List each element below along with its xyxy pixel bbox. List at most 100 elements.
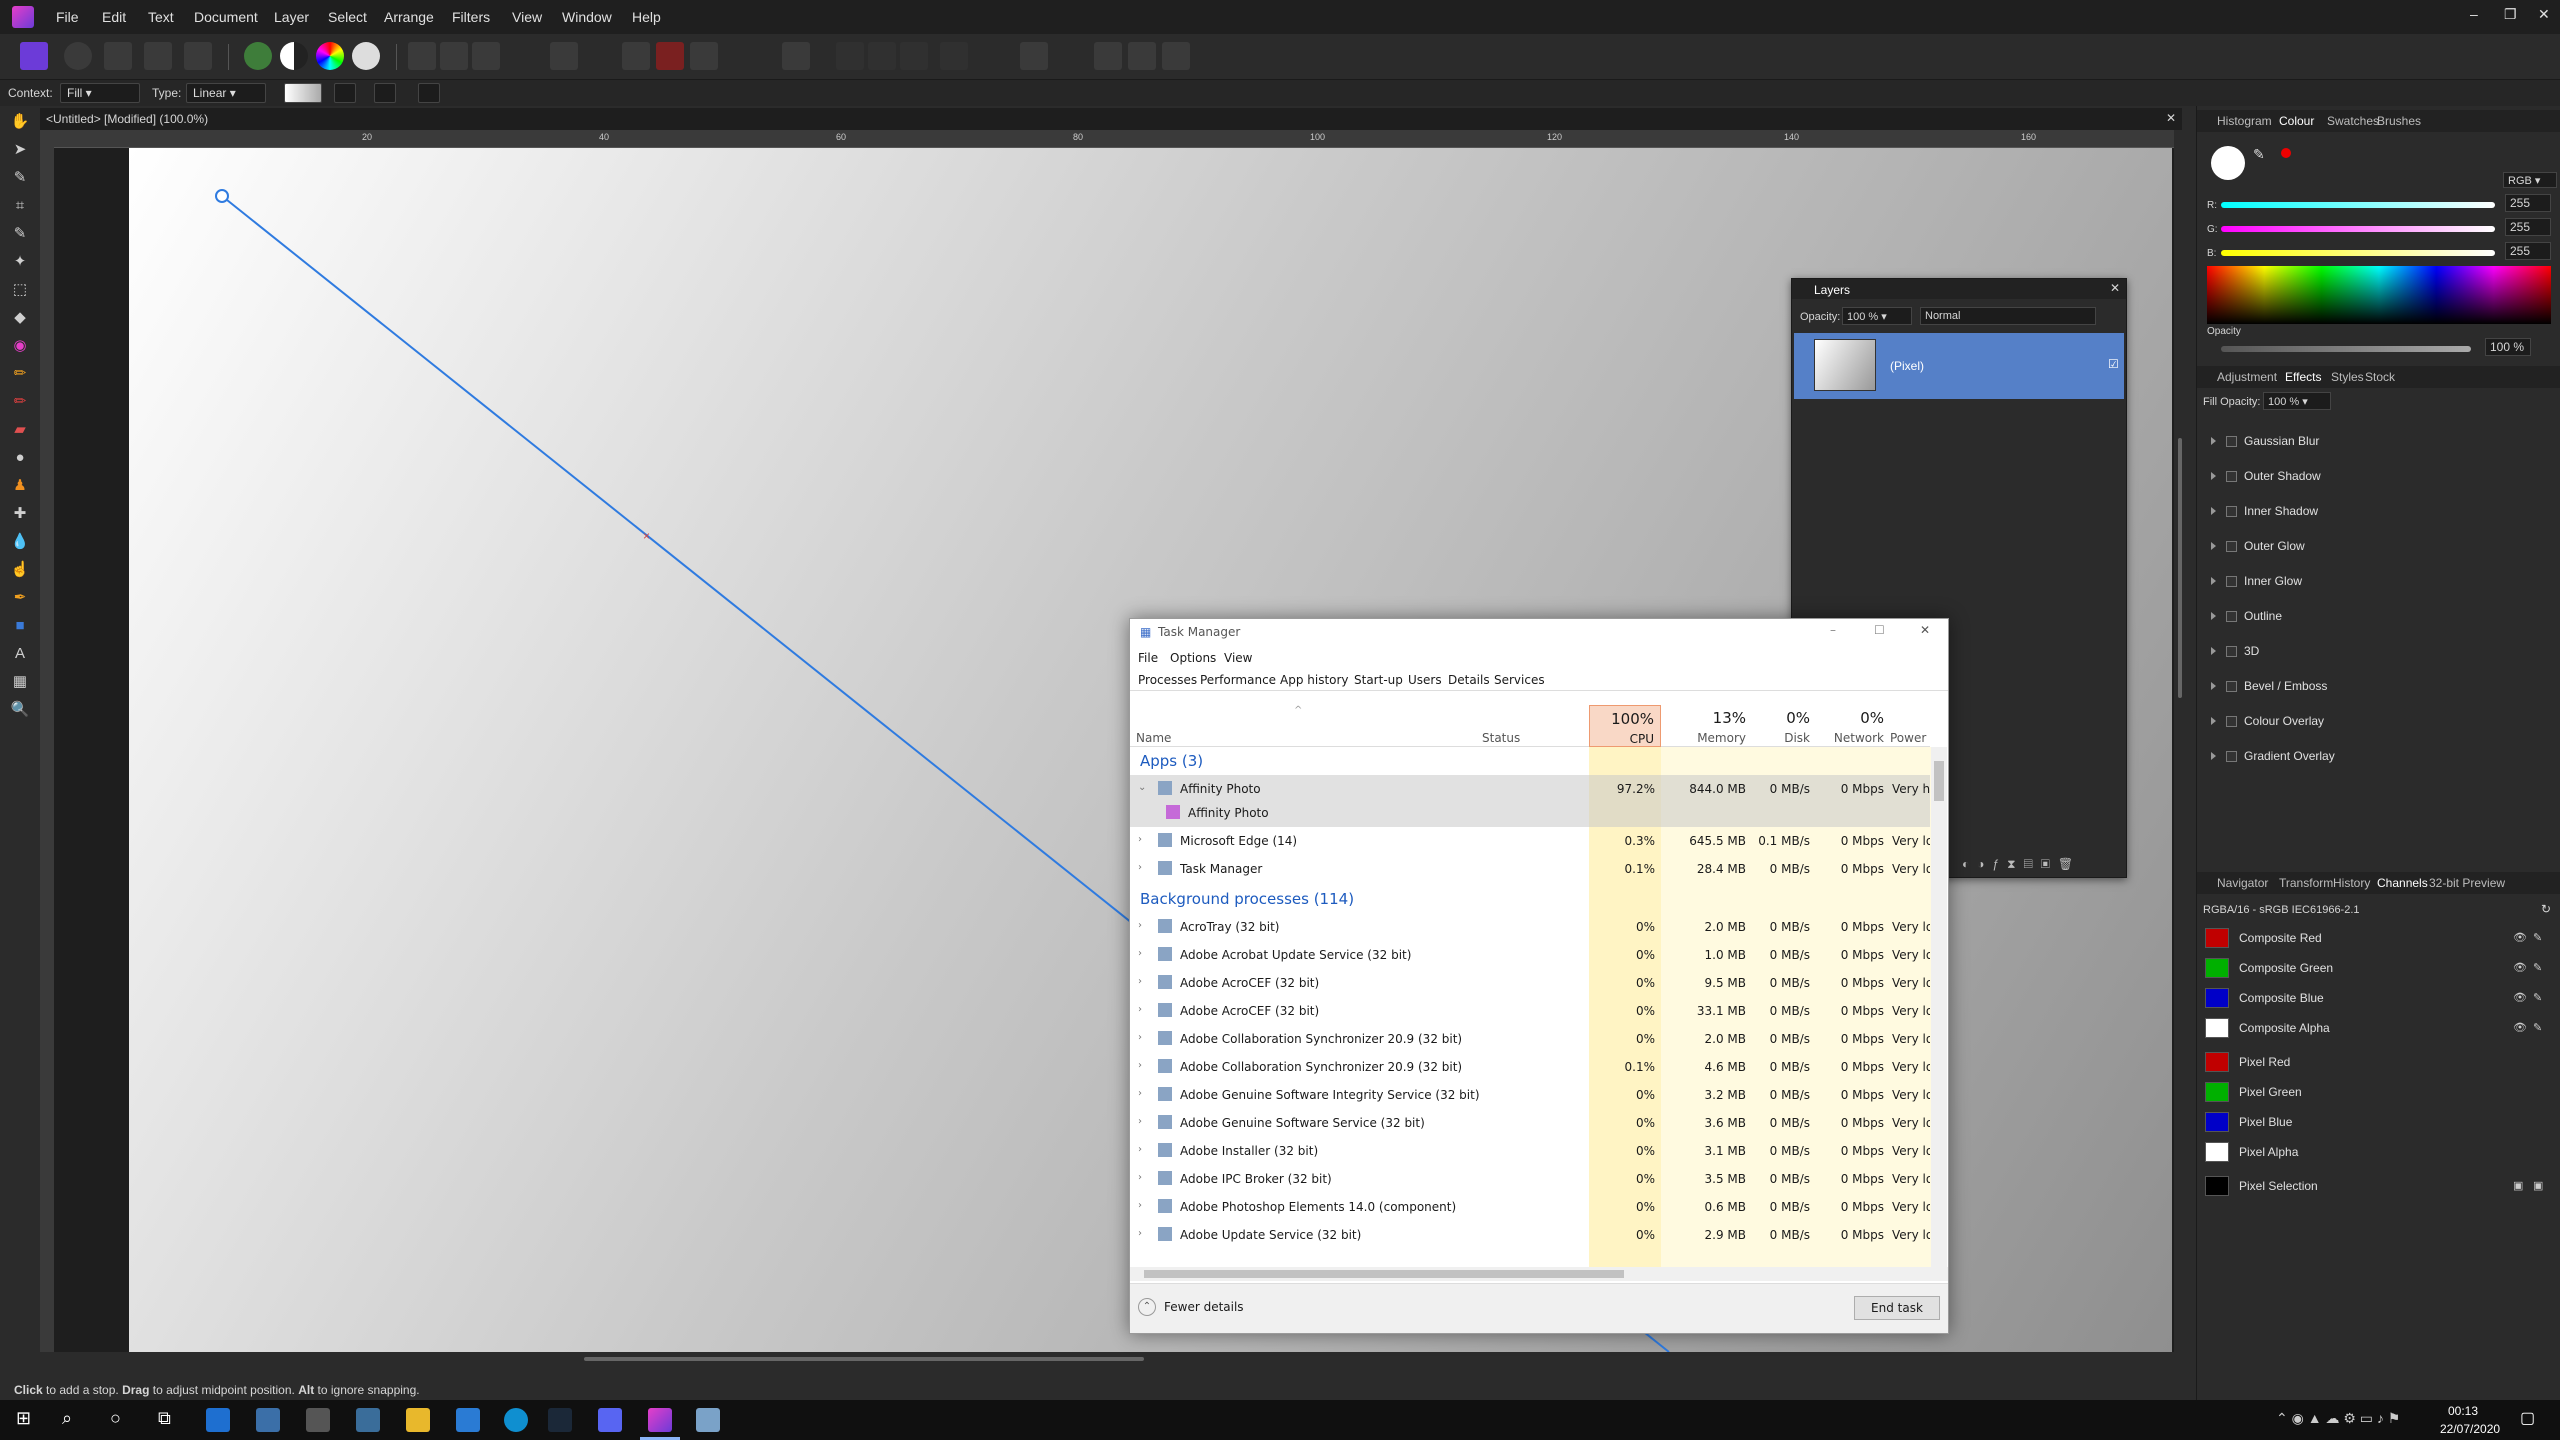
task-view-icon[interactable]: ⧉ bbox=[158, 1408, 171, 1429]
process-row[interactable]: › Task Manager 0.1% 28.4 MB 0 MB/s 0 Mbp… bbox=[1130, 855, 1930, 883]
eye-icon[interactable]: 👁 bbox=[2513, 931, 2527, 944]
minimize-icon[interactable]: – bbox=[2470, 6, 2478, 22]
gradient-tool-icon[interactable]: ◉ bbox=[10, 336, 30, 356]
process-row[interactable]: › Adobe AcroCEF (32 bit) 0% 33.1 MB 0 MB… bbox=[1130, 997, 1930, 1025]
effect-gaussian-blur[interactable]: Gaussian Blur bbox=[2211, 434, 2319, 448]
expand-chevron-icon[interactable]: › bbox=[1138, 1200, 1142, 1211]
col-memory-pct[interactable]: 13% bbox=[1690, 709, 1746, 727]
invert-selection-icon[interactable] bbox=[472, 42, 500, 70]
context-dropdown[interactable]: Fill ▾ bbox=[60, 83, 140, 103]
effect-outer-shadow[interactable]: Outer Shadow bbox=[2211, 469, 2321, 483]
layers-header[interactable]: Layers ✕ bbox=[1792, 279, 2126, 299]
tone-mapping-persona-icon[interactable] bbox=[144, 42, 172, 70]
clone-tool-icon[interactable]: ♟ bbox=[10, 476, 30, 496]
edit-icon[interactable]: ✎ bbox=[2533, 931, 2542, 944]
tab-swatches[interactable]: Swatches bbox=[2327, 114, 2379, 128]
crop-tool-icon[interactable]: ⌗ bbox=[10, 196, 30, 216]
blur-brush-icon[interactable]: 💧 bbox=[10, 532, 30, 552]
process-row[interactable]: › Microsoft Edge (14) 0.3% 645.5 MB 0.1 … bbox=[1130, 827, 1930, 855]
expand-chevron-icon[interactable]: › bbox=[1138, 1032, 1142, 1043]
auto-white-balance-icon[interactable] bbox=[352, 42, 380, 70]
secondary-colour-swatch[interactable] bbox=[2281, 148, 2291, 158]
store-icon[interactable] bbox=[206, 1408, 230, 1432]
channel-composite-blue[interactable]: Composite Blue 👁 ✎ bbox=[2197, 984, 2560, 1012]
blue-slider[interactable] bbox=[2221, 250, 2495, 256]
dodge-tool-icon[interactable]: ● bbox=[10, 448, 30, 468]
tm-vertical-scrollbar[interactable] bbox=[1931, 747, 1947, 1267]
tab-adjustment[interactable]: Adjustment bbox=[2217, 370, 2277, 384]
layer-row[interactable]: (Pixel) ☑ bbox=[1794, 333, 2124, 399]
expand-chevron-icon[interactable]: ⌄ bbox=[1138, 782, 1146, 793]
red-slider[interactable] bbox=[2221, 202, 2495, 208]
process-row[interactable]: › Adobe IPC Broker (32 bit) 0% 3.5 MB 0 … bbox=[1130, 1165, 1930, 1193]
move-tool-icon[interactable]: ➤ bbox=[10, 140, 30, 160]
tm-menu-file[interactable]: File bbox=[1138, 651, 1158, 665]
paint-brush-icon[interactable]: ✏ bbox=[10, 364, 30, 384]
channel-pixel-selection[interactable]: Pixel Selection ▣ ▣ bbox=[2197, 1172, 2560, 1200]
calculator-icon[interactable] bbox=[256, 1408, 280, 1432]
menu-select[interactable]: Select bbox=[328, 9, 367, 25]
vertical-scroll-thumb[interactable] bbox=[2178, 438, 2182, 698]
tab-histogram[interactable]: Histogram bbox=[2217, 114, 2272, 128]
eye-icon[interactable]: 👁 bbox=[2513, 961, 2527, 974]
eye-icon[interactable]: 👁 bbox=[2513, 991, 2527, 1004]
layers-opacity-field[interactable]: 100 % ▾ bbox=[1842, 307, 1912, 325]
task-manager-taskbar-icon[interactable] bbox=[696, 1408, 720, 1432]
expand-chevron-icon[interactable]: › bbox=[1138, 1116, 1142, 1127]
tm-tab-app-history[interactable]: App history bbox=[1280, 673, 1349, 687]
channel-pixel-blue[interactable]: Pixel Blue bbox=[2197, 1108, 2560, 1136]
close-layers-icon[interactable]: ✕ bbox=[2110, 281, 2120, 295]
menu-layer[interactable]: Layer bbox=[274, 9, 309, 25]
process-row[interactable]: › Adobe AcroCEF (32 bit) 0% 9.5 MB 0 MB/… bbox=[1130, 969, 1930, 997]
marquee-tool-icon[interactable]: ⬚ bbox=[10, 280, 30, 300]
account-icon[interactable] bbox=[1162, 42, 1190, 70]
process-child-row[interactable]: Affinity Photo bbox=[1130, 803, 1930, 827]
channel-pixel-alpha[interactable]: Pixel Alpha bbox=[2197, 1138, 2560, 1166]
expand-chevron-icon[interactable]: › bbox=[1138, 834, 1142, 845]
effect-outer-glow[interactable]: Outer Glow bbox=[2211, 539, 2305, 553]
photo-persona-icon[interactable] bbox=[20, 42, 48, 70]
col-network[interactable]: Network bbox=[1828, 731, 1884, 745]
smudge-brush-icon[interactable]: ☝ bbox=[10, 560, 30, 580]
file-explorer-icon[interactable] bbox=[406, 1408, 430, 1432]
selection-marquee-icon[interactable] bbox=[408, 42, 436, 70]
effect-gradient-overlay[interactable]: Gradient Overlay bbox=[2211, 749, 2335, 763]
edit-icon[interactable]: ✎ bbox=[2533, 991, 2542, 1004]
process-row[interactable]: › Adobe Photoshop Elements 14.0 (compone… bbox=[1130, 1193, 1930, 1221]
layer-visibility-checkbox[interactable]: ☑ bbox=[2108, 357, 2119, 371]
notifications-icon[interactable]: ▢ bbox=[2520, 1408, 2535, 1428]
tab-stock[interactable]: Stock bbox=[2365, 370, 2395, 384]
process-row[interactable]: › Adobe Installer (32 bit) 0% 3.1 MB 0 M… bbox=[1130, 1137, 1930, 1165]
blend-mode-dropdown[interactable]: Normal bbox=[1920, 307, 2096, 325]
expand-chevron-icon[interactable]: › bbox=[1138, 948, 1142, 959]
rotate-gradient-icon[interactable] bbox=[374, 83, 396, 103]
channel-composite-red[interactable]: Composite Red 👁 ✎ bbox=[2197, 924, 2560, 952]
type-dropdown[interactable]: Linear ▾ bbox=[186, 83, 266, 103]
expand-chevron-icon[interactable]: › bbox=[1138, 1172, 1142, 1183]
col-disk[interactable]: Disk bbox=[1770, 731, 1810, 745]
affinity-logo-icon[interactable] bbox=[12, 6, 34, 28]
search-icon[interactable]: ⌕ bbox=[62, 1408, 72, 1429]
colour-spectrum[interactable] bbox=[2207, 266, 2551, 324]
tray-icons[interactable]: ⌃ ◉ ▲ ☁ ⚙ ▭ ♪ ⚑ bbox=[2276, 1410, 2400, 1427]
process-row[interactable]: › Adobe Collaboration Synchronizer 20.9 … bbox=[1130, 1025, 1930, 1053]
horizontal-scrollbar[interactable] bbox=[54, 1352, 2174, 1366]
snapping-icon[interactable] bbox=[690, 42, 718, 70]
align-icon[interactable] bbox=[1020, 42, 1048, 70]
tm-tab-performance[interactable]: Performance bbox=[1200, 673, 1276, 687]
healing-brush-icon[interactable]: ✚ bbox=[10, 504, 30, 524]
expand-chevron-icon[interactable]: › bbox=[1138, 1004, 1142, 1015]
menu-document[interactable]: Document bbox=[194, 9, 258, 25]
artistic-text-tool-icon[interactable]: A bbox=[10, 644, 30, 664]
expand-chevron-icon[interactable]: › bbox=[1138, 1060, 1142, 1071]
tab-brushes[interactable]: Brushes bbox=[2377, 114, 2421, 128]
tm-close-icon[interactable]: ✕ bbox=[1920, 623, 1930, 637]
zoom-tool-icon[interactable]: 🔍 bbox=[10, 700, 30, 720]
expand-chevron-icon[interactable]: › bbox=[1138, 862, 1142, 873]
gradient-settings-icon[interactable] bbox=[418, 83, 440, 103]
tm-menu-options[interactable]: Options bbox=[1170, 651, 1216, 665]
fill-opacity-field[interactable]: 100 % ▾ bbox=[2263, 392, 2331, 410]
effect-inner-shadow[interactable]: Inner Shadow bbox=[2211, 504, 2318, 518]
expand-chevron-icon[interactable]: › bbox=[1138, 976, 1142, 987]
menu-view[interactable]: View bbox=[512, 9, 542, 25]
